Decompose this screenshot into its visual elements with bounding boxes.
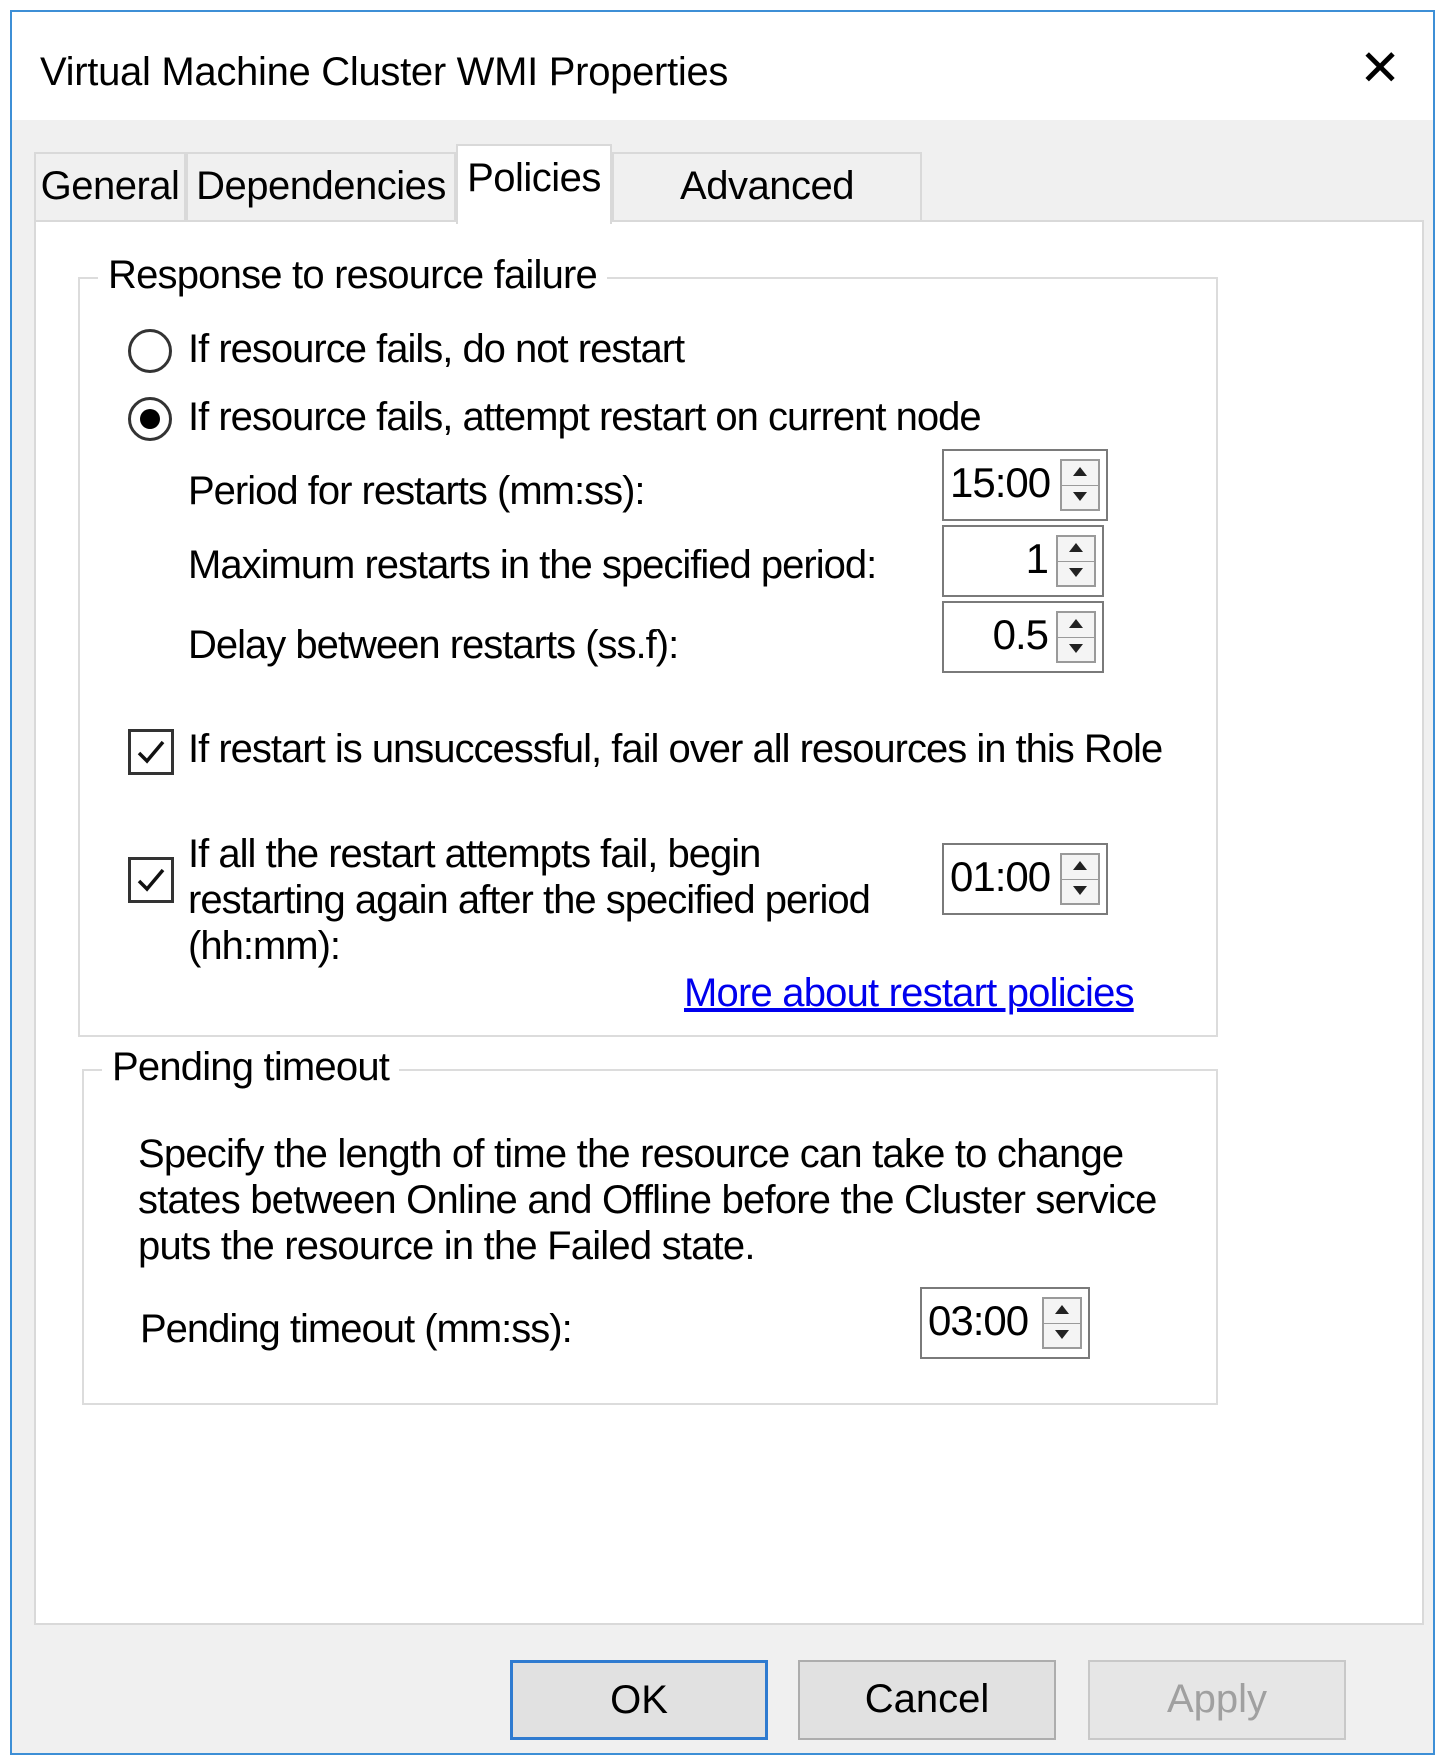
arrow-down-icon [1069,644,1083,653]
arrow-up-icon [1069,619,1083,628]
arrow-down-icon [1073,886,1087,895]
delay-value: 0.5 [992,611,1049,658]
period-spin-buttons[interactable] [1060,459,1100,511]
radio-selected-dot [140,409,160,429]
max-restarts-spinner[interactable]: 1 [942,525,1104,597]
arrow-down-icon [1055,1330,1069,1339]
retry-checkbox[interactable] [128,857,174,903]
properties-dialog: Virtual Machine Cluster WMI Properties ✕… [10,10,1435,1755]
pending-timeout-value: 03:00 [928,1297,1029,1344]
arrow-up-icon [1069,543,1083,552]
pending-timeout-spin-buttons[interactable] [1042,1297,1082,1349]
spin-down-button[interactable] [1058,561,1094,585]
radio-attempt-restart-label: If resource fails, attempt restart on cu… [188,395,982,439]
restart-policies-link[interactable]: More about restart policies [684,971,1135,1016]
check-icon [137,868,165,892]
period-value: 15:00 [950,459,1051,506]
spin-down-button[interactable] [1058,637,1094,661]
cancel-button[interactable]: Cancel [798,1660,1056,1740]
radio-attempt-restart[interactable] [128,397,172,441]
max-restarts-value: 1 [1025,535,1049,582]
check-icon [137,740,165,764]
close-icon[interactable]: ✕ [1359,38,1401,98]
tab-policies[interactable]: Policies [456,144,612,224]
delay-label: Delay between restarts (ss.f): [188,623,679,667]
retry-label: If all the restart attempts fail, begin … [188,832,871,968]
arrow-up-icon [1055,1305,1069,1314]
spin-up-button[interactable] [1058,613,1094,638]
retry-period-value: 01:00 [950,853,1051,900]
response-group: Response to resource failure If resource… [78,253,1218,1037]
apply-button[interactable]: Apply [1088,1660,1346,1740]
tab-advanced-policies[interactable]: Advanced Policies [612,152,922,272]
spin-down-button[interactable] [1044,1323,1080,1347]
window-title: Virtual Machine Cluster WMI Properties [40,50,729,94]
spin-up-button[interactable] [1062,855,1098,880]
radio-no-restart-label: If resource fails, do not restart [188,327,685,371]
failover-label: If restart is unsuccessful, fail over al… [188,727,1163,771]
retry-period-spin-buttons[interactable] [1060,853,1100,905]
spin-down-button[interactable] [1062,485,1098,509]
spin-up-button[interactable] [1058,537,1094,562]
pending-description: Specify the length of time the resource … [138,1132,1157,1268]
policies-panel: Response to resource failure If resource… [34,220,1424,1625]
pending-group-legend: Pending timeout [102,1045,400,1090]
max-restarts-spin-buttons[interactable] [1056,535,1096,587]
arrow-down-icon [1069,568,1083,577]
arrow-up-icon [1073,861,1087,870]
tab-dependencies[interactable]: Dependencies [186,152,456,220]
delay-spin-buttons[interactable] [1056,611,1096,663]
retry-period-spinner[interactable]: 01:00 [942,843,1108,915]
spin-up-button[interactable] [1044,1299,1080,1324]
title-bar: Virtual Machine Cluster WMI Properties ✕ [12,12,1433,120]
spin-down-button[interactable] [1062,879,1098,903]
radio-no-restart[interactable] [128,329,172,373]
pending-group: Pending timeout Specify the length of ti… [82,1045,1218,1405]
pending-timeout-label: Pending timeout (mm:ss): [140,1307,573,1351]
ok-button[interactable]: OK [510,1660,768,1740]
failover-checkbox[interactable] [128,729,174,775]
tab-general[interactable]: General [34,152,186,220]
pending-timeout-spinner[interactable]: 03:00 [920,1287,1090,1359]
period-spinner[interactable]: 15:00 [942,449,1108,521]
max-restarts-label: Maximum restarts in the specified period… [188,543,877,587]
period-label: Period for restarts (mm:ss): [188,469,646,513]
spin-up-button[interactable] [1062,461,1098,486]
response-group-legend: Response to resource failure [98,253,607,298]
arrow-down-icon [1073,492,1087,501]
delay-spinner[interactable]: 0.5 [942,601,1104,673]
arrow-up-icon [1073,467,1087,476]
